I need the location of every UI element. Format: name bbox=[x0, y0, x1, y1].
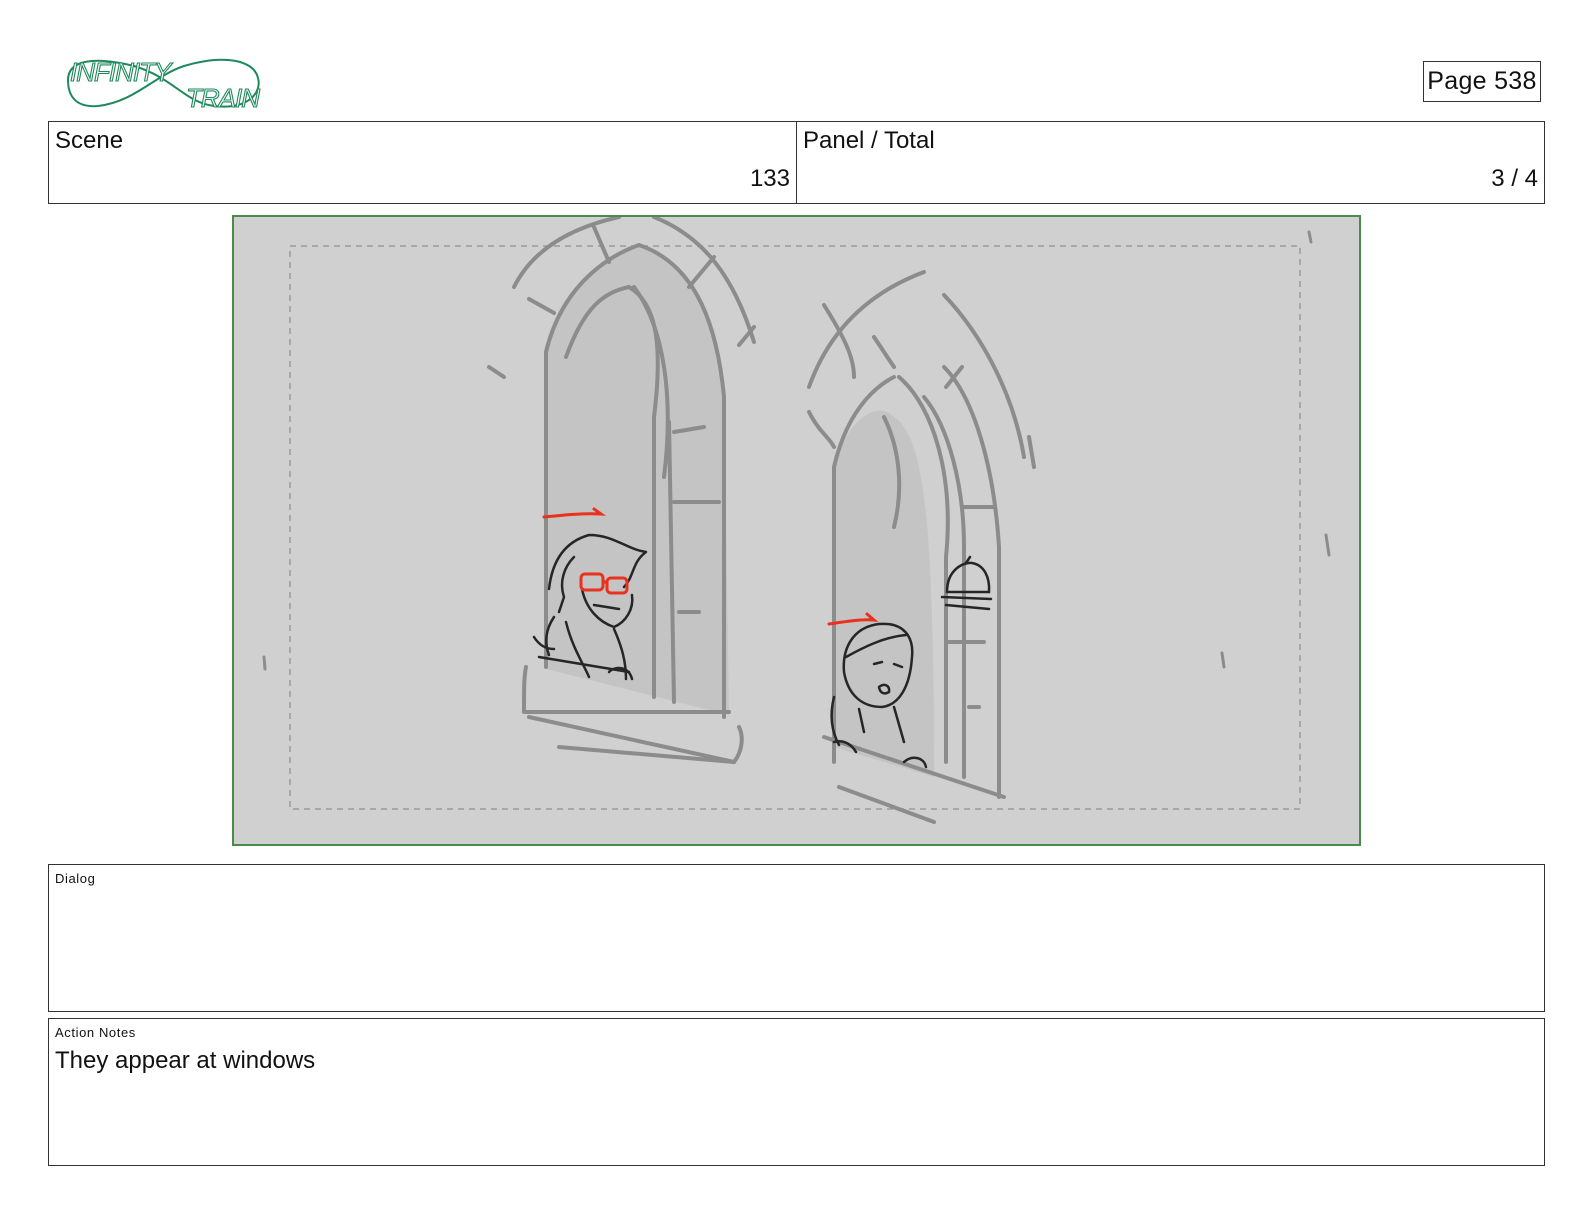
panel-value: 3 / 4 bbox=[1491, 165, 1538, 192]
action-notes-box: Action Notes They appear at windows bbox=[48, 1018, 1545, 1166]
header-table: Scene 133 Panel / Total 3 / 4 bbox=[48, 121, 1545, 204]
infinity-train-logo: INFINITY TRAIN bbox=[64, 52, 264, 114]
dialog-label: Dialog bbox=[55, 871, 96, 886]
panel-label: Panel / Total bbox=[803, 127, 935, 154]
logo-word-2: TRAIN bbox=[186, 83, 260, 113]
action-notes-label: Action Notes bbox=[55, 1025, 136, 1040]
storyboard-panel bbox=[232, 215, 1361, 846]
page-number: Page 538 bbox=[1423, 61, 1541, 102]
scene-label: Scene bbox=[55, 127, 124, 154]
panel-cell: Panel / Total 3 / 4 bbox=[796, 122, 1544, 203]
panel-sketch bbox=[234, 217, 1359, 844]
dialog-box: Dialog bbox=[48, 864, 1545, 1012]
logo-word-1: INFINITY bbox=[70, 57, 173, 87]
scene-cell: Scene 133 bbox=[49, 122, 796, 203]
action-notes-text: They appear at windows bbox=[55, 1047, 316, 1074]
scene-value: 133 bbox=[749, 165, 790, 192]
